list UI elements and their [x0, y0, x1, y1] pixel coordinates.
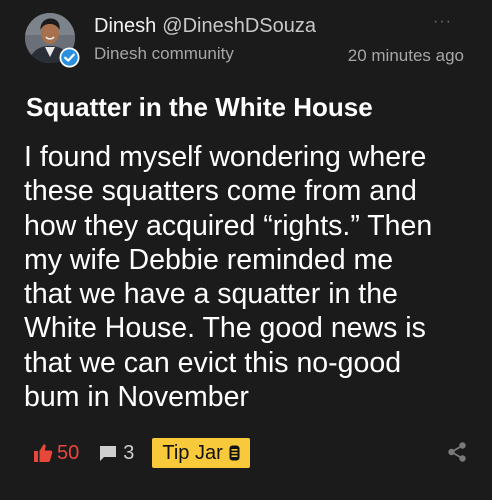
post-card: Dinesh @DineshDSouza Dinesh community 20 …: [0, 0, 492, 500]
tip-jar-button[interactable]: Tip Jar: [152, 438, 250, 468]
like-button[interactable]: 50: [33, 442, 79, 465]
post-body-line: I found myself wondering where: [24, 141, 427, 173]
coin-jar-icon: [229, 445, 240, 461]
post-body-line: how they acquired “rights.” Then: [24, 209, 433, 242]
action-bar: 50 3 Tip Jar: [33, 438, 250, 468]
post-body-line: bum in November: [24, 381, 249, 414]
post-body: I found myself wondering where these squ…: [24, 140, 474, 414]
verified-badge-icon: [59, 47, 80, 68]
more-icon[interactable]: ···: [433, 14, 452, 30]
community-link[interactable]: Dinesh community: [94, 43, 234, 65]
post-body-line: that we can evict this no-good: [24, 346, 402, 379]
like-count: 50: [57, 441, 80, 464]
post-timestamp: 20 minutes ago: [347, 46, 464, 65]
comment-icon: [100, 445, 117, 461]
author-line: Dinesh @DineshDSouza: [94, 14, 316, 38]
comment-count: 3: [123, 441, 135, 464]
post-body-line: White House. The good news is: [24, 312, 426, 345]
author-handle[interactable]: @DineshDSouza: [162, 15, 316, 37]
tip-jar-label: Tip Jar: [162, 442, 223, 464]
post-body-line: that we have a squatter in the: [24, 278, 398, 311]
comment-button[interactable]: 3: [99, 442, 134, 465]
post-body-line: these squatters come from and: [24, 175, 417, 208]
post-title: Squatter in the White House: [26, 92, 373, 122]
post-body-line: my wife Debbie reminded me: [24, 243, 394, 276]
share-icon[interactable]: [447, 441, 467, 463]
thumbs-up-icon: [34, 444, 53, 462]
author-name[interactable]: Dinesh: [94, 15, 156, 37]
